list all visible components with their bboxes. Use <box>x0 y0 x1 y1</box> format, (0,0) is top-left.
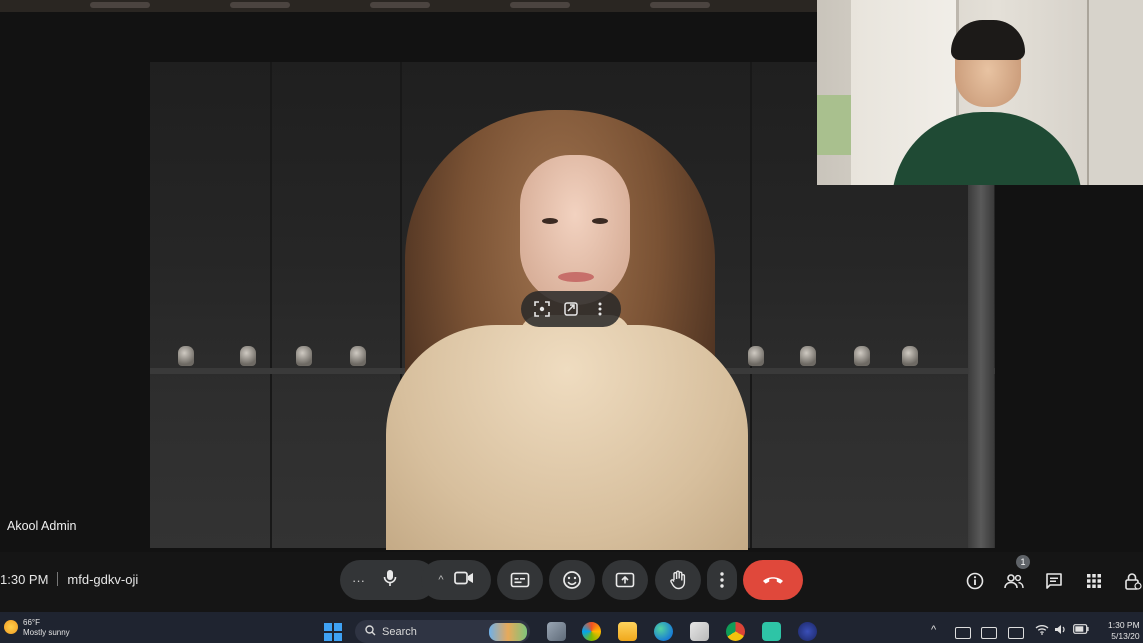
volume-icon[interactable] <box>1054 624 1066 638</box>
weather-temperature: 66°F <box>23 618 40 627</box>
activities-icon[interactable] <box>1083 571 1105 591</box>
windows-taskbar <box>0 612 1143 643</box>
browser-tab-strip <box>0 0 820 12</box>
browser-tab[interactable] <box>650 2 710 8</box>
people-icon[interactable] <box>1003 571 1025 591</box>
tray-app-icon[interactable] <box>955 627 971 639</box>
meeting-info-icon[interactable] <box>964 571 986 591</box>
weather-description: Mostly sunny <box>23 628 70 637</box>
captions-button[interactable] <box>497 560 543 600</box>
background-pillar <box>968 185 994 548</box>
chrome-browser-icon[interactable] <box>726 622 745 641</box>
tile-hover-controls <box>521 291 621 327</box>
search-icon <box>365 624 376 639</box>
search-label: Search <box>382 625 417 638</box>
chat-icon[interactable] <box>1043 571 1065 591</box>
app-icon[interactable] <box>762 622 781 641</box>
app-icon[interactable] <box>798 622 817 641</box>
windows-start-icon[interactable] <box>324 623 342 641</box>
tray-overflow-chevron-icon[interactable]: ^ <box>931 624 936 636</box>
tray-app-icon[interactable] <box>981 627 997 639</box>
raise-hand-button[interactable] <box>655 560 701 600</box>
more-options-icon[interactable]: ··· <box>352 573 365 588</box>
edge-browser-icon[interactable] <box>654 622 673 641</box>
emoji-reaction-button[interactable] <box>549 560 595 600</box>
file-explorer-icon[interactable] <box>618 622 637 641</box>
host-controls-lock-icon[interactable] <box>1122 571 1143 591</box>
browser-tab[interactable] <box>90 2 150 8</box>
meeting-code: mfd-gdkv-oji <box>67 572 139 587</box>
tray-app-icon[interactable] <box>1008 627 1024 639</box>
people-count-badge: 1 <box>1016 555 1030 569</box>
browser-tab[interactable] <box>510 2 570 8</box>
framing-icon[interactable] <box>529 296 555 322</box>
camera-control-group: ^ <box>421 560 491 600</box>
clock-date: 5/13/20 <box>1111 631 1140 641</box>
taskbar-clock[interactable]: 1:30 PM 5/13/20 <box>1108 620 1140 642</box>
weather-widget[interactable]: 66°F Mostly sunny <box>4 618 70 638</box>
end-call-button[interactable] <box>743 560 803 600</box>
meeting-time: 1:30 PM <box>0 572 49 587</box>
pin-tile-icon[interactable] <box>558 296 584 322</box>
task-view-icon[interactable] <box>547 622 566 641</box>
sun-icon <box>4 620 18 634</box>
search-highlight-image <box>489 622 527 641</box>
browser-tab[interactable] <box>370 2 430 8</box>
present-screen-button[interactable] <box>602 560 648 600</box>
camera-button[interactable] <box>453 570 474 590</box>
copilot-icon[interactable] <box>582 622 601 641</box>
tile-more-icon[interactable] <box>587 296 613 322</box>
camera-options-chevron-icon[interactable]: ^ <box>438 574 443 586</box>
clock-time: 1:30 PM <box>1108 620 1140 630</box>
self-view-tile[interactable] <box>817 0 1143 185</box>
wifi-icon[interactable] <box>1035 624 1049 638</box>
browser-tab[interactable] <box>230 2 290 8</box>
battery-icon[interactable] <box>1073 624 1089 637</box>
participant-name-label: Akool Admin <box>7 519 77 533</box>
more-actions-button[interactable] <box>707 560 737 600</box>
microphone-button[interactable] <box>383 569 397 592</box>
store-icon[interactable] <box>690 622 709 641</box>
taskbar-search[interactable]: Search <box>355 620 530 643</box>
meeting-details: 1:30 PM mfd-gdkv-oji <box>0 572 138 587</box>
